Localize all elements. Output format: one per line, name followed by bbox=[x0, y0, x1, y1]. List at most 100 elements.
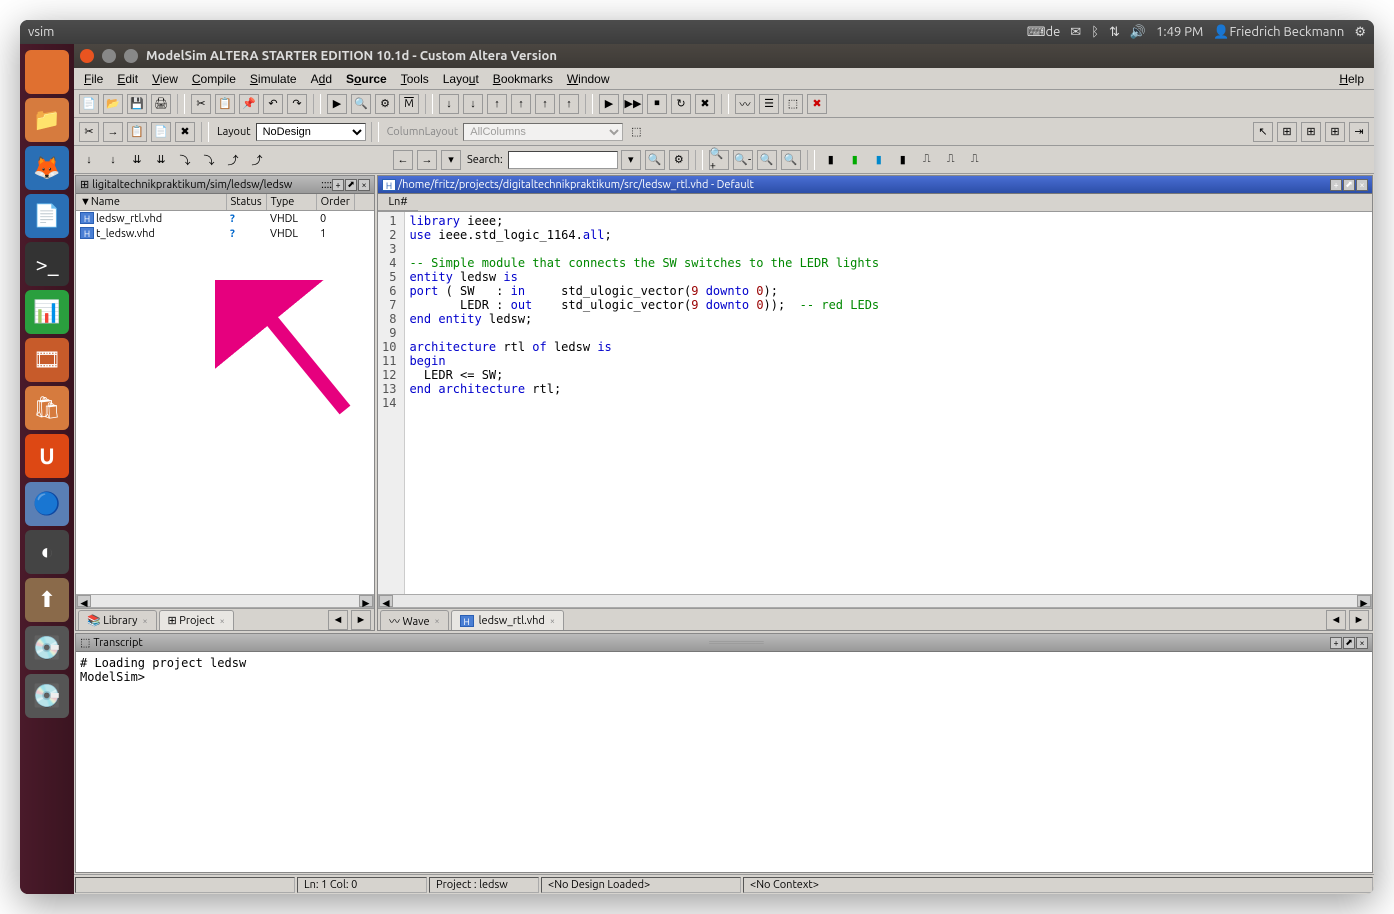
gear-icon[interactable]: ⚙ bbox=[1354, 25, 1366, 40]
step4-button[interactable]: ↑ bbox=[511, 94, 531, 114]
sig7-button[interactable]: ⤴ bbox=[223, 150, 243, 170]
zoom2-button[interactable]: ⊞ bbox=[1301, 122, 1321, 142]
zoomfit-button[interactable]: 🔍 bbox=[757, 150, 777, 170]
layout-select[interactable]: NoDesign bbox=[256, 123, 366, 141]
user-menu[interactable]: 👤 Friedrich Beckmann bbox=[1213, 25, 1344, 40]
tr-panel-undock-button[interactable]: ⬈ bbox=[1343, 637, 1355, 649]
files-icon[interactable]: 📁 bbox=[25, 98, 69, 142]
src-panel-max-button[interactable]: + bbox=[1330, 179, 1342, 191]
col-name[interactable]: ▼Name bbox=[76, 194, 226, 210]
new-button[interactable]: 📄 bbox=[79, 94, 99, 114]
calc-icon[interactable]: 📊 bbox=[25, 290, 69, 334]
search-prev-button[interactable]: ← bbox=[393, 150, 413, 170]
writer-icon[interactable]: 📄 bbox=[25, 194, 69, 238]
terminal-icon[interactable]: >_ bbox=[25, 242, 69, 286]
proc-button[interactable]: ⬚ bbox=[783, 94, 803, 114]
panel-max-button[interactable]: + bbox=[332, 179, 344, 191]
tab-library[interactable]: 📚 Library × bbox=[78, 610, 157, 630]
update-icon[interactable]: ⬆ bbox=[25, 578, 69, 622]
menu-file[interactable]: File bbox=[78, 70, 109, 88]
dash-icon[interactable] bbox=[25, 50, 69, 94]
bluetooth-icon[interactable]: ᛒ bbox=[1091, 25, 1099, 39]
maximize-window-button[interactable] bbox=[124, 49, 138, 63]
device-icon[interactable]: 💽 bbox=[25, 626, 69, 670]
wave-button[interactable]: 〰 bbox=[735, 94, 755, 114]
search-clear-button[interactable]: ▾ bbox=[621, 150, 641, 170]
impress-icon[interactable]: 🎞 bbox=[25, 338, 69, 382]
project-file-list[interactable]: Hledsw_rtl.vhd?VHDL0Ht_ledsw.vhd?VHDL1 bbox=[76, 211, 374, 594]
cut2-button[interactable]: ✂ bbox=[79, 122, 99, 142]
search-go-button[interactable]: 🔍 bbox=[645, 150, 665, 170]
stop-button[interactable]: ✖ bbox=[695, 94, 715, 114]
sig2-button[interactable]: ↓ bbox=[103, 150, 123, 170]
step6-button[interactable]: ↑ bbox=[559, 94, 579, 114]
copy-button[interactable]: 📋 bbox=[215, 94, 235, 114]
runall-button[interactable]: ▶▶ bbox=[623, 94, 643, 114]
undo-button[interactable]: ↶ bbox=[263, 94, 283, 114]
zoomin-button[interactable]: 🔍+ bbox=[709, 150, 729, 170]
wave5-button[interactable]: ⎍ bbox=[917, 150, 937, 170]
sig4-button[interactable]: ⇊ bbox=[151, 150, 171, 170]
paste2-button[interactable]: 📄 bbox=[151, 122, 171, 142]
copy2-button[interactable]: 📋 bbox=[127, 122, 147, 142]
wave4-button[interactable]: ▮ bbox=[893, 150, 913, 170]
save-button[interactable]: 💾 bbox=[127, 94, 147, 114]
table-row[interactable]: Hledsw_rtl.vhd?VHDL0 bbox=[76, 211, 374, 226]
cut-button[interactable]: ✂ bbox=[191, 94, 211, 114]
tool-button[interactable]: ⚙ bbox=[375, 94, 395, 114]
zoomfull-button[interactable]: 🔍 bbox=[781, 150, 801, 170]
source-editor[interactable]: 1234567891011121314 library ieee;use iee… bbox=[378, 212, 1372, 594]
paste-button[interactable]: 📌 bbox=[239, 94, 259, 114]
network-icon[interactable]: ⇅ bbox=[1109, 25, 1120, 40]
arrow-button[interactable]: → bbox=[103, 122, 123, 142]
menu-add[interactable]: Add bbox=[305, 70, 338, 88]
menu-compile[interactable]: Compile bbox=[186, 70, 242, 88]
compile-button[interactable]: ▶ bbox=[327, 94, 347, 114]
find-button[interactable]: 🔍 bbox=[351, 94, 371, 114]
x-button[interactable]: ✖ bbox=[807, 94, 827, 114]
firefox-icon[interactable]: 🦊 bbox=[25, 146, 69, 190]
menu-layout[interactable]: Layout bbox=[437, 70, 485, 88]
table-row[interactable]: Ht_ledsw.vhd?VHDL1 bbox=[76, 226, 374, 241]
ubuntu-one-icon[interactable]: U bbox=[25, 434, 69, 478]
volume-icon[interactable]: 🔊 bbox=[1130, 25, 1146, 40]
source-hscroll[interactable]: ◄► bbox=[378, 594, 1372, 608]
device2-icon[interactable]: 💽 bbox=[25, 674, 69, 718]
menu-view[interactable]: View bbox=[146, 70, 184, 88]
src-panel-close-button[interactable]: × bbox=[1356, 179, 1368, 191]
wave3-button[interactable]: ▮ bbox=[869, 150, 889, 170]
col-type[interactable]: Type bbox=[266, 194, 316, 210]
wave6-button[interactable]: ⎍ bbox=[941, 150, 961, 170]
col-btn[interactable]: ⬚ bbox=[626, 122, 646, 142]
step3-button[interactable]: ↑ bbox=[487, 94, 507, 114]
run-button[interactable]: ▶ bbox=[599, 94, 619, 114]
menu-simulate[interactable]: Simulate bbox=[244, 70, 303, 88]
menu-window[interactable]: Window bbox=[561, 70, 616, 88]
break-button[interactable]: ⏹ bbox=[647, 94, 667, 114]
print-button[interactable]: 🖨 bbox=[151, 94, 171, 114]
wave2-button[interactable]: ▮ bbox=[845, 150, 865, 170]
exit-button[interactable]: ⇥ bbox=[1349, 122, 1369, 142]
menu-bookmarks[interactable]: Bookmarks bbox=[487, 70, 559, 88]
zoom-button[interactable]: ⊞ bbox=[1277, 122, 1297, 142]
search-next-button[interactable]: → bbox=[417, 150, 437, 170]
wave1-button[interactable]: ▮ bbox=[821, 150, 841, 170]
sig5-button[interactable]: ⤵ bbox=[175, 150, 195, 170]
minimize-window-button[interactable] bbox=[102, 49, 116, 63]
menu-help[interactable]: Help bbox=[1333, 70, 1370, 88]
list-button[interactable]: ☰ bbox=[759, 94, 779, 114]
mail-icon[interactable]: ✉ bbox=[1070, 25, 1081, 40]
cursor-button[interactable]: ↖ bbox=[1253, 122, 1273, 142]
zoom3-button[interactable]: ⊞ bbox=[1325, 122, 1345, 142]
src-panel-undock-button[interactable]: ⬈ bbox=[1343, 179, 1355, 191]
step-button[interactable]: ↓ bbox=[439, 94, 459, 114]
open-button[interactable]: 📂 bbox=[103, 94, 123, 114]
m-button[interactable]: M bbox=[399, 94, 419, 114]
menu-edit[interactable]: Edit bbox=[111, 70, 144, 88]
clock[interactable]: 1:49 PM bbox=[1156, 25, 1203, 39]
sig6-button[interactable]: ⤵ bbox=[199, 150, 219, 170]
col-status[interactable]: Status bbox=[226, 194, 266, 210]
sig3-button[interactable]: ⇊ bbox=[127, 150, 147, 170]
wave7-button[interactable]: ⎍ bbox=[965, 150, 985, 170]
tab-ledsw_rtl.vhd[interactable]: H ledsw_rtl.vhd × bbox=[451, 610, 564, 630]
